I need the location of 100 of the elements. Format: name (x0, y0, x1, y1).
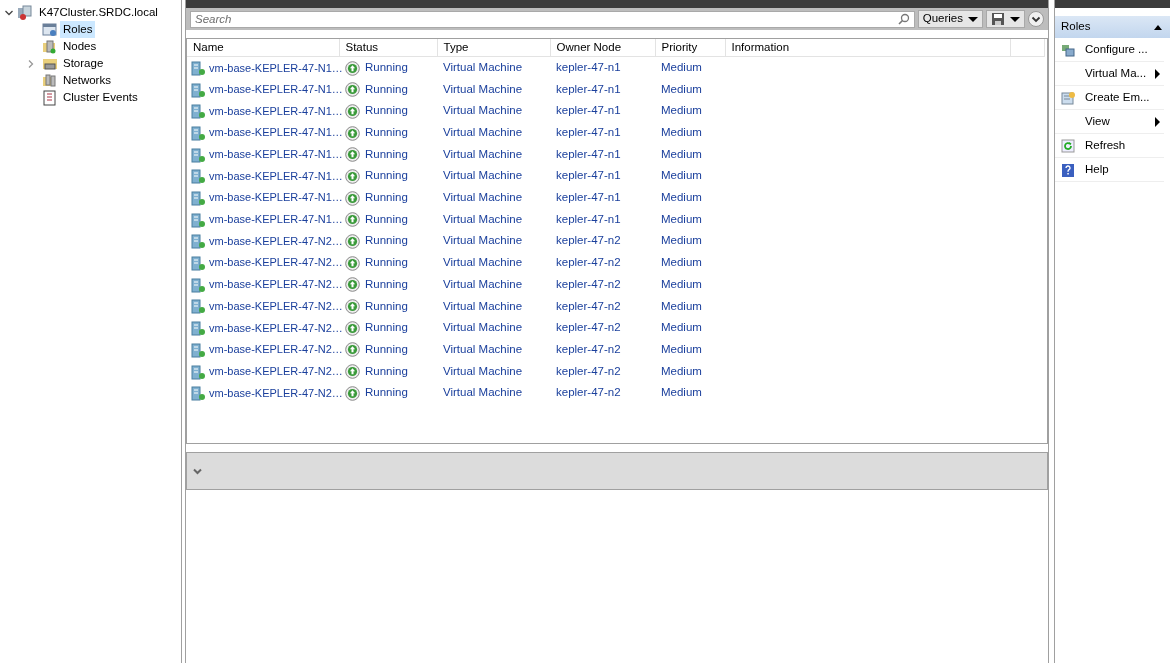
table-cell: Running (365, 147, 408, 160)
running-icon (345, 103, 360, 119)
running-icon (345, 299, 360, 314)
queries-button[interactable]: Queries (917, 10, 983, 28)
table-cell: Medium (661, 61, 702, 74)
table-cell: Virtual Machine (443, 191, 523, 204)
tree-item[interactable]: Cluster Events (60, 88, 141, 107)
tree-item[interactable]: K47Cluster.SRDC.local (36, 3, 161, 22)
virtual-machine-icon (191, 61, 205, 77)
virtual-machine-icon (191, 386, 205, 402)
role-name[interactable]: vm-base-KEPLER-47-N2… (209, 256, 343, 269)
running-icon (345, 60, 360, 76)
virtual-machine-icon (191, 104, 205, 120)
table-cell: Medium (661, 126, 702, 139)
table-cell: Medium (661, 321, 702, 334)
caret-icon (968, 16, 978, 22)
role-name[interactable]: vm-base-KEPLER-47-N2… (209, 321, 343, 334)
table-cell: kepler-47-n2 (556, 277, 621, 290)
running-icon (345, 168, 360, 184)
table-cell: Medium (661, 104, 702, 117)
table-cell: kepler-47-n1 (556, 126, 621, 139)
virtual-machine-icon (191, 212, 205, 228)
table-cell: kepler-47-n1 (556, 212, 621, 225)
table-cell: kepler-47-n2 (556, 299, 621, 312)
table-cell: kepler-47-n2 (556, 386, 621, 399)
action-link[interactable]: Help (1085, 160, 1109, 179)
table-cell: Running (365, 321, 408, 334)
running-icon (345, 82, 360, 98)
table-cell: Virtual Machine (443, 104, 523, 117)
action-link[interactable]: Configure ... (1085, 40, 1148, 59)
running-icon (345, 320, 360, 336)
caret-icon (1010, 16, 1020, 22)
tree-item[interactable]: Roles (60, 20, 96, 39)
role-name[interactable]: vm-base-KEPLER-47-N2… (209, 364, 343, 377)
action-link[interactable]: Refresh (1085, 136, 1126, 155)
submenu-item[interactable]: Virtual Ma... (1085, 64, 1147, 83)
table-cell: kepler-47-n2 (556, 321, 621, 334)
role-name[interactable]: vm-base-KEPLER-47-N1… (209, 83, 343, 95)
table-cell: Running (365, 169, 408, 182)
role-name[interactable]: vm-base-KEPLER-47-N1… (209, 213, 343, 226)
column-header[interactable]: Status (339, 39, 437, 57)
virtual-machine-icon (191, 234, 205, 250)
role-name[interactable]: vm-base-KEPLER-47-N2… (209, 343, 343, 356)
expand-icon[interactable] (1028, 11, 1044, 27)
save-query-button[interactable] (986, 10, 1025, 28)
table-cell: kepler-47-n1 (556, 191, 621, 204)
action-link[interactable]: Create Em... (1085, 88, 1150, 107)
running-icon (345, 212, 360, 228)
virtual-machine-icon (191, 321, 205, 337)
submenu-item[interactable]: View (1085, 112, 1110, 131)
table-cell: Virtual Machine (443, 169, 523, 182)
table-cell: kepler-47-n2 (556, 256, 621, 269)
configure-icon (1061, 42, 1075, 57)
table-cell: Medium (661, 256, 702, 269)
chevron-icon[interactable] (193, 467, 202, 475)
role-name[interactable]: vm-base-KEPLER-47-N1… (209, 169, 343, 182)
role-name[interactable]: vm-base-KEPLER-47-N1… (209, 104, 343, 117)
running-icon (345, 364, 360, 380)
table-cell: Virtual Machine (443, 256, 523, 269)
table-cell: kepler-47-n1 (556, 61, 621, 74)
table-cell: Running (365, 386, 408, 399)
virtual-machine-icon (191, 191, 205, 206)
role-name[interactable]: vm-base-KEPLER-47-N2… (209, 386, 343, 399)
events-icon (42, 89, 58, 106)
actions-section-header[interactable]: Roles (1055, 16, 1170, 38)
table-cell: Virtual Machine (443, 321, 523, 334)
nodes-icon (42, 38, 58, 55)
tree-item[interactable]: Storage (60, 54, 107, 73)
role-name[interactable]: vm-base-KEPLER-47-N1… (209, 148, 343, 161)
role-name[interactable]: vm-base-KEPLER-47-N1… (209, 126, 343, 139)
column-header[interactable]: Type (437, 39, 550, 57)
role-name[interactable]: vm-base-KEPLER-47-N1… (209, 61, 343, 74)
table-cell: Medium (661, 364, 702, 377)
table-cell: Running (365, 126, 408, 139)
role-name[interactable]: vm-base-KEPLER-47-N2… (209, 278, 343, 291)
tree-item[interactable]: Networks (60, 71, 114, 90)
table-cell: Medium (661, 234, 702, 247)
collapse-icon[interactable] (1154, 24, 1162, 30)
column-header[interactable]: Information (725, 39, 1010, 57)
role-name[interactable]: vm-base-KEPLER-47-N2… (209, 234, 343, 247)
table-cell: Virtual Machine (443, 364, 523, 377)
table-cell: Running (365, 104, 408, 117)
table-cell: Virtual Machine (443, 299, 523, 312)
tree-item[interactable]: Nodes (60, 37, 100, 56)
column-header[interactable]: Name (187, 39, 339, 57)
submenu-arrow-icon (1155, 68, 1160, 79)
table-cell: Virtual Machine (443, 234, 523, 247)
virtual-machine-icon (191, 125, 205, 141)
column-header[interactable]: Owner Node (550, 39, 655, 57)
table-cell: Virtual Machine (443, 212, 523, 225)
role-name[interactable]: vm-base-KEPLER-47-N1… (209, 191, 343, 204)
running-icon (345, 125, 360, 141)
help-icon (1061, 162, 1075, 177)
table-cell: kepler-47-n2 (556, 342, 621, 355)
column-header[interactable]: Priority (655, 39, 725, 57)
table-cell: Running (365, 212, 408, 225)
virtual-machine-icon (191, 299, 205, 315)
table-cell: kepler-47-n2 (556, 234, 621, 247)
search-icon (897, 13, 910, 25)
role-name[interactable]: vm-base-KEPLER-47-N2… (209, 299, 343, 312)
